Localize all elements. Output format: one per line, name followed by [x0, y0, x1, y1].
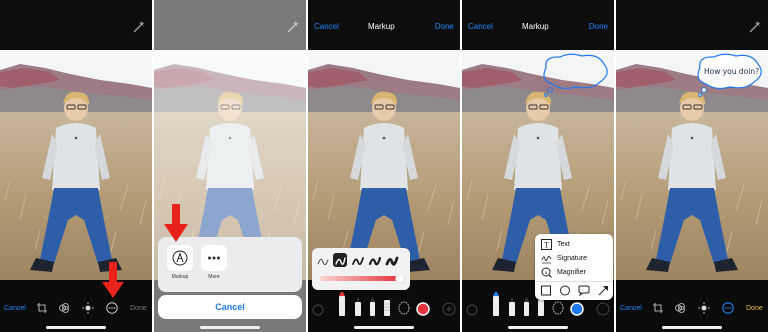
color-picker[interactable]: [570, 302, 584, 316]
filters-icon[interactable]: [58, 302, 70, 314]
done-button[interactable]: Done: [435, 22, 454, 32]
pen-tool[interactable]: [339, 292, 345, 316]
cancel-button[interactable]: Cancel: [468, 22, 493, 32]
square-icon[interactable]: [541, 285, 551, 296]
share-item-markup[interactable]: Markup: [166, 245, 194, 280]
more-options-icon[interactable]: [722, 302, 734, 314]
adjust-icon[interactable]: [698, 302, 710, 314]
top-bar: [616, 0, 768, 50]
tutorial-strip: Cancel Done Markup More Cancel Cancel Ma…: [0, 0, 768, 332]
markup-title: Markup: [368, 22, 395, 31]
home-indicator: [508, 326, 568, 329]
done-button[interactable]: Done: [130, 305, 147, 313]
shape-row: [541, 285, 608, 296]
cancel-button[interactable]: Cancel: [314, 22, 339, 32]
share-item-label: More: [208, 274, 220, 280]
menu-item-label: Magnifier: [557, 269, 586, 276]
panel-final: How you doin? Cancel Done: [616, 0, 768, 332]
cancel-button[interactable]: Cancel: [4, 305, 26, 313]
panel-edit: Cancel Done: [0, 0, 152, 332]
text-box-icon: T: [541, 239, 552, 250]
color-picker[interactable]: [416, 302, 430, 316]
red-arrow-icon: [102, 262, 124, 298]
stroke-width-popover: [312, 248, 410, 290]
svg-text:a: a: [545, 270, 548, 275]
red-arrow-icon: [164, 204, 188, 242]
home-indicator: [354, 326, 414, 329]
crop-icon[interactable]: [36, 302, 48, 314]
photo: [0, 50, 152, 280]
panel-markup-menu: Cancel Markup Done T Text Signature a Ma…: [462, 0, 614, 332]
share-item-label: Markup: [171, 274, 189, 280]
more-options-icon[interactable]: [106, 302, 118, 314]
done-button[interactable]: Done: [589, 22, 608, 32]
panel-markup: Cancel Markup Done: [308, 0, 460, 332]
undo-icon[interactable]: [312, 304, 324, 316]
share-cancel-button[interactable]: Cancel: [158, 295, 302, 319]
top-bar: Cancel Markup Done: [308, 0, 460, 50]
marker-tool[interactable]: [355, 298, 361, 316]
arrow-icon[interactable]: [598, 286, 608, 296]
pen-tool[interactable]: [493, 292, 499, 316]
top-bar: Cancel Markup Done: [462, 0, 614, 50]
marker-tool[interactable]: [509, 298, 515, 316]
pencil-tool[interactable]: [370, 297, 375, 316]
share-sheet: Markup More: [158, 237, 302, 292]
undo-icon[interactable]: [466, 304, 478, 316]
markup-toolbar: [312, 292, 456, 316]
top-bar: [0, 0, 152, 50]
eraser-tool[interactable]: [538, 300, 544, 316]
pencil-tool[interactable]: [524, 297, 529, 316]
menu-item-label: Signature: [557, 255, 587, 262]
magic-wand-icon[interactable]: [132, 20, 146, 34]
menu-divider: [535, 281, 613, 282]
thought-bubble-drawing[interactable]: [536, 52, 612, 98]
bubble-text: How you doin?: [704, 67, 760, 76]
opacity-slider-thumb[interactable]: [395, 273, 405, 284]
stroke-options[interactable]: [317, 253, 399, 267]
markup-icon: [172, 250, 188, 266]
menu-item-text[interactable]: T Text: [541, 238, 611, 251]
magic-wand-icon[interactable]: [748, 20, 762, 34]
menu-item-signature[interactable]: Signature: [541, 252, 611, 265]
markup-title: Markup: [522, 22, 549, 31]
done-button[interactable]: Done: [746, 305, 763, 313]
add-menu: T Text Signature a Magnifier: [535, 234, 613, 300]
circle-icon[interactable]: [560, 285, 570, 296]
adjust-icon[interactable]: [82, 302, 94, 314]
filters-icon[interactable]: [674, 302, 686, 314]
panel-share: Markup More Cancel: [154, 0, 306, 332]
share-item-more[interactable]: More: [200, 245, 228, 280]
crop-icon[interactable]: [652, 302, 664, 314]
lasso-tool[interactable]: [398, 301, 410, 315]
lasso-tool[interactable]: [552, 301, 564, 315]
cancel-button[interactable]: Cancel: [620, 305, 642, 313]
signature-icon: [541, 255, 552, 264]
home-indicator: [200, 326, 260, 329]
speech-bubble-icon[interactable]: [578, 285, 590, 296]
home-indicator: [662, 326, 722, 329]
add-icon[interactable]: [596, 302, 610, 316]
more-icon: [208, 256, 220, 260]
opacity-slider[interactable]: [320, 276, 400, 281]
photo: [308, 50, 460, 280]
menu-item-label: Text: [557, 241, 570, 248]
eraser-tool[interactable]: [384, 300, 390, 316]
magnifier-icon: a: [541, 267, 552, 278]
menu-item-magnifier[interactable]: a Magnifier: [541, 266, 611, 279]
home-indicator: [46, 326, 106, 329]
svg-text:T: T: [544, 241, 549, 250]
